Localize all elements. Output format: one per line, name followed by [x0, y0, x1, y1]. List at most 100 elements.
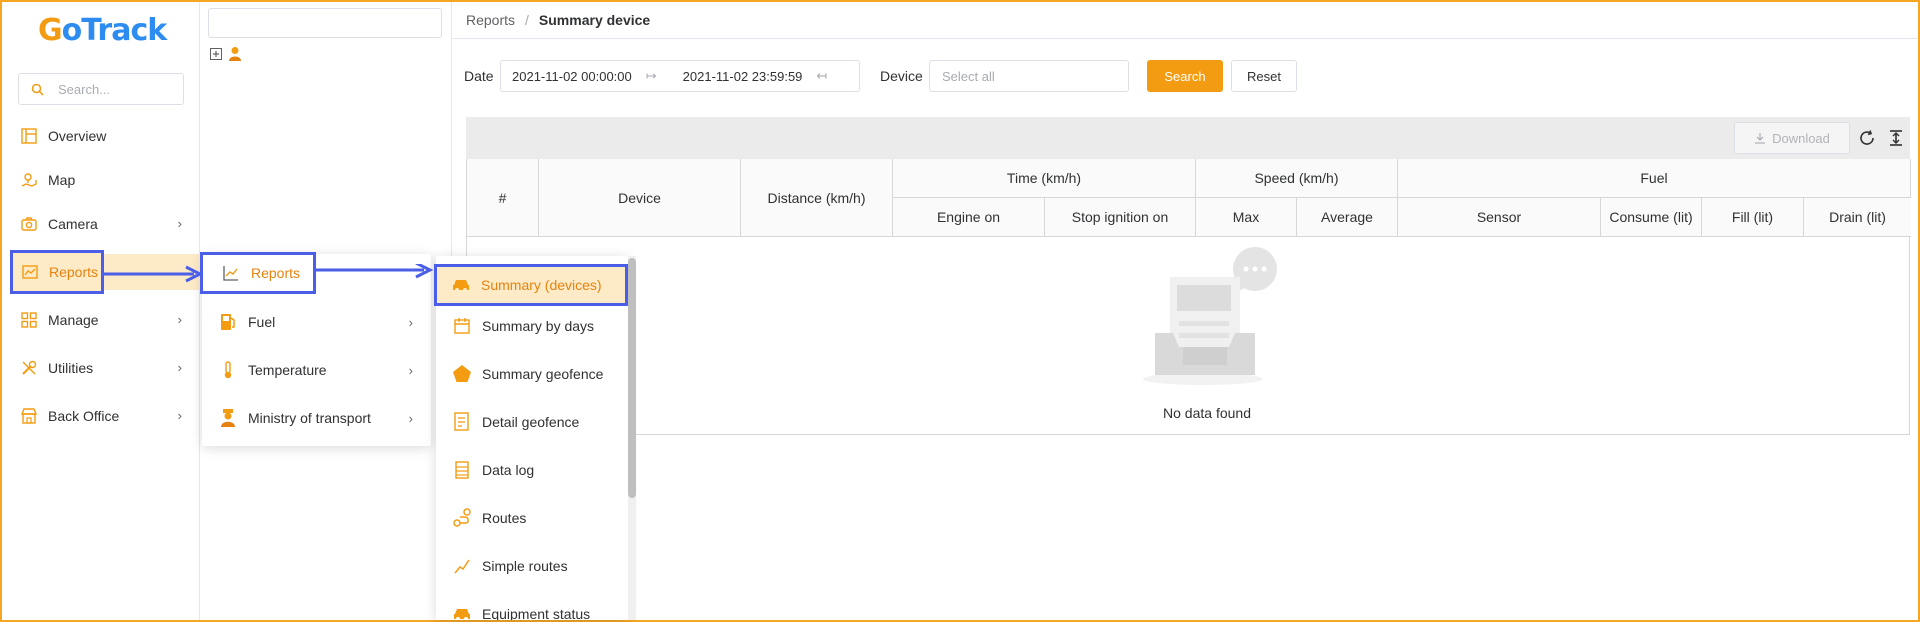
menu-item-ministry-of-transport[interactable]: Ministry of transport › [202, 398, 431, 438]
menu-item-summary-by-days[interactable]: Summary by days [436, 306, 628, 346]
officer-icon [218, 408, 238, 428]
overview-icon [20, 127, 38, 145]
menu-item-label: Summary (devices) [481, 277, 602, 293]
tree-search-input[interactable] [208, 8, 442, 38]
sidebar-item-label: Reports [49, 264, 99, 280]
menu-item-label: Equipment status [482, 606, 591, 620]
empty-state-text: No data found [1163, 405, 1251, 421]
menu-item-label: Temperature [248, 362, 327, 378]
breadcrumb-parent[interactable]: Reports [466, 12, 515, 28]
logo-text: GoTrack [38, 12, 168, 48]
car-icon [451, 275, 471, 295]
device-select[interactable]: Select all [929, 60, 1129, 92]
sidebar: GoTrack Overview Map Camera › Reports Ma… [2, 2, 200, 620]
grid-icon [20, 311, 38, 329]
column-height-icon[interactable] [1888, 129, 1904, 147]
menu-item-routes[interactable]: Routes [436, 498, 628, 538]
menu-item-temperature[interactable]: Temperature › [202, 350, 431, 390]
tools-icon [20, 359, 38, 377]
sidebar-item-reports[interactable]: Reports [10, 250, 104, 294]
sidebar-search-input[interactable] [58, 81, 168, 97]
divider [452, 38, 1918, 39]
sidebar-item-label: Camera [48, 216, 98, 232]
sidebar-item-manage[interactable]: Manage › [2, 302, 200, 338]
col-header-distance: Distance (km/h) [741, 159, 893, 237]
menu-item-label: Ministry of transport [248, 410, 371, 426]
range-end-icon: ↤ [816, 68, 828, 83]
menu-item-equipment-status[interactable]: Equipment status [436, 594, 628, 620]
simple-route-icon [452, 556, 472, 576]
chevron-right-icon: › [408, 410, 413, 426]
chevron-right-icon: › [408, 362, 413, 378]
menu-item-label: Simple routes [482, 558, 568, 574]
sidebar-search[interactable] [18, 73, 184, 105]
chevron-right-icon: › [177, 360, 182, 375]
reset-button[interactable]: Reset [1231, 60, 1297, 92]
col-header-device: Device [539, 159, 741, 237]
menu-item-simple-routes[interactable]: Simple routes [436, 546, 628, 586]
logo-letter-g: G [38, 12, 63, 48]
date-label: Date [464, 68, 494, 84]
menu-item-summary-devices[interactable]: Summary (devices) [434, 264, 628, 306]
refresh-icon[interactable] [1858, 129, 1876, 147]
device-select-placeholder: Select all [942, 68, 995, 84]
breadcrumb-current: Summary device [538, 12, 651, 28]
chevron-right-icon: › [177, 216, 182, 231]
col-header-max: Max [1196, 198, 1297, 237]
route-icon [452, 508, 472, 528]
sidebar-item-label: Utilities [48, 360, 94, 376]
summary-table: # Device Distance (km/h) Time (km/h) Eng… [466, 159, 1911, 435]
empty-inbox-icon [1129, 247, 1289, 397]
logo-wordmark: oTrack [61, 12, 168, 48]
menu-scrollbar-thumb[interactable] [628, 258, 636, 498]
col-header-fill: Fill (lit) [1702, 198, 1804, 237]
menu-item-label: Data log [482, 462, 535, 478]
menu-item-fuel[interactable]: Fuel › [202, 302, 431, 342]
date-end-value[interactable]: 2021-11-02 23:59:59 [683, 69, 803, 84]
col-header-average: Average [1297, 198, 1398, 237]
col-header-time: Time (km/h) [893, 159, 1196, 198]
col-header-sensor: Sensor [1398, 198, 1601, 237]
menu-item-detail-geofence[interactable]: Detail geofence [436, 402, 628, 442]
main-content: Reports / Summary device Date 2021-11-02 0… [452, 2, 1918, 620]
col-header-engine-on: Engine on [893, 198, 1045, 237]
user-group-icon[interactable] [228, 46, 242, 62]
search-icon [31, 83, 44, 96]
sidebar-item-back-office[interactable]: Back Office › [2, 398, 200, 434]
chevron-right-icon: › [408, 314, 413, 330]
date-start-value[interactable]: 2021-11-02 00:00:00 [512, 69, 632, 84]
pentagon-icon [452, 364, 472, 384]
sidebar-item-utilities[interactable]: Utilities › [2, 350, 200, 386]
expand-icon[interactable] [210, 48, 222, 60]
menu-item-data-log[interactable]: Data log [436, 450, 628, 490]
log-icon [452, 460, 472, 480]
date-range-picker[interactable]: 2021-11-02 00:00:00 ↦ 2021-11-02 23:59:5… [500, 60, 860, 92]
annotation-arrows [104, 264, 434, 283]
document-icon [452, 412, 472, 432]
download-icon [1754, 132, 1766, 144]
col-header-drain: Drain (lit) [1804, 198, 1911, 237]
download-button[interactable]: Download [1734, 122, 1850, 154]
breadcrumb-separator: / [525, 12, 529, 28]
thermometer-icon [218, 360, 238, 380]
col-header-speed: Speed (km/h) [1196, 159, 1398, 198]
menu-item-label: Summary by days [482, 318, 595, 334]
sidebar-item-label: Back Office [48, 408, 120, 424]
sidebar-item-label: Map [48, 172, 76, 188]
sidebar-item-map[interactable]: Map [2, 162, 200, 198]
search-button[interactable]: Search [1147, 60, 1223, 92]
store-icon [20, 407, 38, 425]
app-logo[interactable]: GoTrack [38, 8, 168, 52]
sidebar-item-overview[interactable]: Overview [2, 118, 200, 154]
menu-item-summary-geofence[interactable]: Summary geofence [436, 354, 628, 394]
breadcrumb: Reports / Summary device [466, 12, 650, 28]
download-label: Download [1772, 130, 1830, 146]
col-header-consume: Consume (lit) [1601, 198, 1702, 237]
chart-icon [21, 263, 39, 281]
chevron-right-icon: › [177, 408, 182, 423]
col-header-index: # [467, 159, 539, 237]
menu-item-label: Summary geofence [482, 366, 604, 382]
sidebar-item-camera[interactable]: Camera › [2, 206, 200, 242]
calendar-icon [452, 316, 472, 336]
menu-item-label: Fuel [248, 314, 276, 330]
